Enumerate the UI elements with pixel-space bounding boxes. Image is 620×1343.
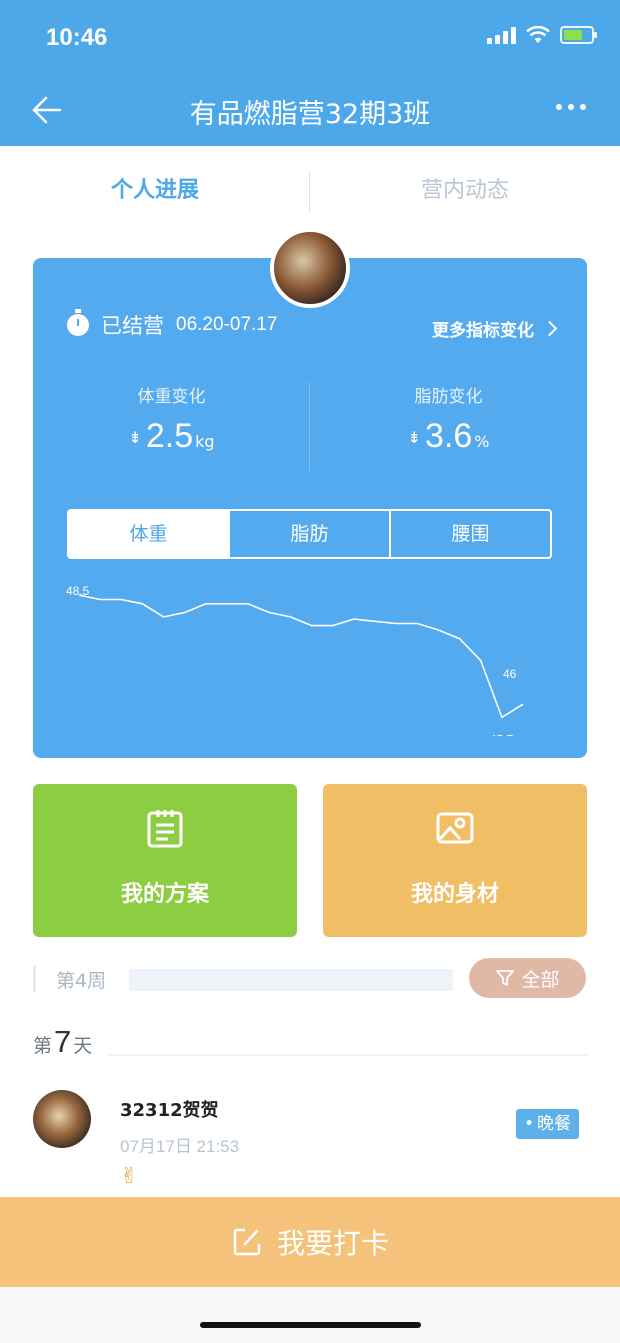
check-in-button[interactable]: 我要打卡 — [0, 1197, 620, 1287]
metric-segmented-control: 体重 脂肪 腰围 — [67, 509, 552, 559]
day-number: 7 — [54, 1024, 72, 1059]
my-plan-tile[interactable]: 我的方案 — [33, 784, 297, 937]
weight-change-value: 2.5 — [145, 417, 194, 455]
more-options-icon[interactable] — [556, 104, 586, 110]
day-prefix: 第 — [33, 1035, 53, 1057]
tab-divider — [309, 172, 310, 212]
status-icons — [487, 26, 597, 44]
tab-camp-feed[interactable]: 营内动态 — [310, 146, 620, 236]
home-indicator — [200, 1322, 421, 1328]
more-metrics-link[interactable]: 更多指标变化 — [432, 316, 558, 341]
tab-bar: 个人进展 营内动态 — [0, 146, 620, 236]
fat-change-unit: % — [474, 432, 490, 451]
post-time: 07月17日 21:53 — [120, 1137, 240, 1156]
wifi-icon — [526, 26, 550, 43]
fat-change-stat: 脂肪变化 ⇟ 3.6 % — [310, 382, 587, 456]
chart-high-label: 46 — [503, 667, 517, 681]
meal-tag: 晚餐 — [516, 1109, 580, 1139]
weight-change-unit: kg — [195, 432, 215, 451]
segment-fat[interactable]: 脂肪 — [228, 511, 391, 557]
segment-waist[interactable]: 腰围 — [391, 511, 550, 557]
status-label: 已结营 — [101, 314, 164, 338]
filter-icon — [496, 970, 515, 986]
chart-start-label: 48.5 — [66, 584, 90, 598]
tab-personal-progress[interactable]: 个人进展 — [0, 146, 310, 236]
camp-status: 已结营 06.20-07.17 — [67, 309, 278, 340]
status-time: 10:46 — [46, 24, 108, 51]
week-label: 第4周 — [56, 970, 107, 992]
weight-series-line — [78, 594, 524, 719]
timer-icon — [67, 309, 89, 336]
weight-line-chart: 48.5 46 45.7 — [66, 584, 524, 736]
decrease-icon: ⇟ — [407, 428, 421, 447]
post-content: ✌ — [120, 1164, 139, 1189]
filter-button[interactable]: 全部 — [469, 958, 586, 998]
check-in-label: 我要打卡 — [276, 1227, 389, 1260]
segment-weight[interactable]: 体重 — [69, 511, 228, 557]
day-suffix: 天 — [73, 1035, 93, 1057]
image-icon — [436, 812, 474, 844]
page-title: 有品燃脂营32期3班 — [189, 99, 431, 130]
fat-change-label: 脂肪变化 — [414, 387, 483, 407]
post-avatar[interactable] — [33, 1090, 91, 1148]
my-plan-label: 我的方案 — [120, 882, 209, 907]
battery-icon — [560, 26, 597, 44]
weight-change-stat: 体重变化 ⇟ 2.5 kg — [33, 382, 310, 456]
screen: 10:46 有品燃脂营32期3班 个人进展 营内动态 已结营 06.20-07.… — [0, 0, 620, 1343]
post-author[interactable]: 32312贺贺 — [120, 1096, 219, 1122]
my-body-label: 我的身材 — [410, 882, 499, 907]
user-avatar[interactable] — [270, 228, 350, 308]
top-bar: 10:46 有品燃脂营32期3班 — [0, 0, 620, 146]
week-marker — [33, 966, 36, 992]
signal-icon — [487, 26, 516, 44]
week-track — [129, 969, 453, 991]
day-divider — [107, 1054, 587, 1056]
date-range: 06.20-07.17 — [176, 314, 278, 335]
my-body-tile[interactable]: 我的身材 — [323, 784, 587, 937]
decrease-icon: ⇟ — [128, 428, 142, 447]
day-header: 第 7 天 — [33, 1024, 92, 1060]
filter-label: 全部 — [521, 968, 560, 991]
clipboard-icon — [147, 810, 183, 848]
chevron-right-icon — [541, 320, 558, 337]
progress-card: 已结营 06.20-07.17 更多指标变化 体重变化 ⇟ 2.5 kg 脂肪变… — [33, 258, 587, 758]
more-metrics-label: 更多指标变化 — [432, 321, 534, 341]
bottom-safe-area — [0, 1287, 620, 1343]
fat-change-value: 3.6 — [424, 417, 473, 455]
edit-icon — [233, 1228, 261, 1256]
chart-low-label: 45.7 — [490, 732, 514, 736]
weight-change-label: 体重变化 — [137, 387, 206, 407]
